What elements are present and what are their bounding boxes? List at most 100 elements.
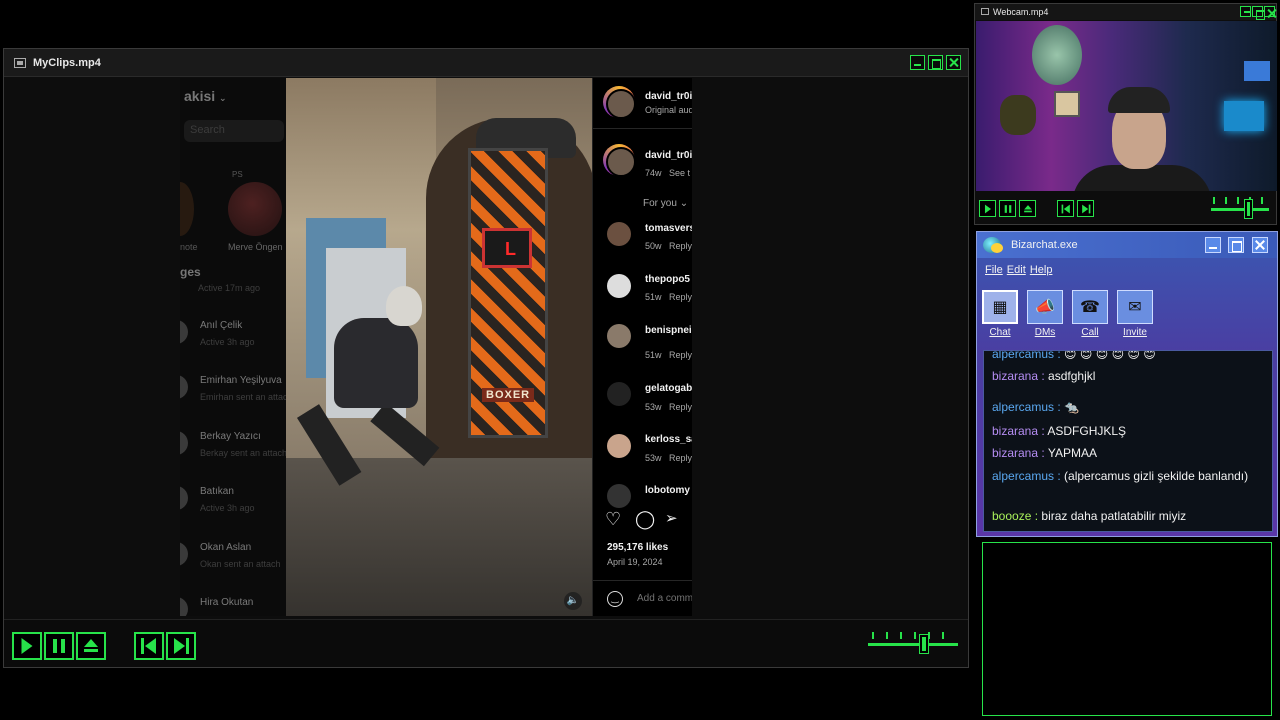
maximize-button[interactable] <box>1228 237 1244 253</box>
previous-button[interactable] <box>1057 200 1074 217</box>
chat-separator: : <box>1054 350 1065 361</box>
reel-video[interactable]: BOXER 🔈 <box>286 78 592 616</box>
comments-panel: david_tr0i Original aud david_tr0i 74w S… <box>592 78 692 616</box>
menu-edit[interactable]: Edit <box>1007 264 1026 276</box>
reply-button[interactable]: Reply <box>669 292 692 302</box>
bizarchat-titlebar[interactable]: Bizarchat.exe <box>977 232 1277 258</box>
comment-icon[interactable]: ◯ <box>635 510 655 528</box>
comment-sort-dropdown[interactable]: For you ⌄ <box>643 198 688 209</box>
chat-status: Okan sent an attach <box>200 559 281 569</box>
reply-button[interactable]: Reply <box>669 241 692 251</box>
avatar[interactable] <box>180 182 194 236</box>
play-button[interactable] <box>12 632 42 660</box>
chat-nick[interactable]: alpercamus <box>992 400 1054 414</box>
tool-chat[interactable]: ▦ Chat <box>981 290 1019 342</box>
chat-nick[interactable]: bizarana <box>992 446 1038 460</box>
author-avatar[interactable] <box>603 144 636 177</box>
play-button[interactable] <box>979 200 996 217</box>
author-avatar[interactable] <box>603 86 636 119</box>
maximize-button[interactable] <box>928 55 943 70</box>
reply-button[interactable]: Reply <box>669 402 692 412</box>
reply-button[interactable]: Reply <box>669 350 692 360</box>
chat-nick[interactable]: alpercamus <box>992 351 1054 361</box>
chat-nick[interactable]: bizarana <box>992 424 1038 438</box>
tool-call[interactable]: ☎ Call <box>1071 290 1109 342</box>
instagram-username[interactable]: akisi ⌄ <box>184 88 227 104</box>
previous-button[interactable] <box>134 632 164 660</box>
menu-file[interactable]: File <box>985 264 1003 276</box>
eject-button[interactable] <box>76 632 106 660</box>
chat-nick[interactable]: alpercamus <box>992 469 1054 483</box>
tool-invite[interactable]: ✉ Invite <box>1116 290 1154 342</box>
heart-icon[interactable]: ♡ <box>605 510 621 528</box>
chat-item[interactable]: Okan Aslan Okan sent an attach <box>180 542 287 582</box>
tool-dms[interactable]: 📣 DMs <box>1026 290 1064 342</box>
post-author[interactable]: david_tr0i <box>645 91 692 102</box>
chat-name: Okan Aslan <box>200 542 252 553</box>
bizarchat-logo-icon <box>983 237 1003 253</box>
webcam-titlebar[interactable]: Webcam.mp4 <box>975 4 1276 20</box>
video-file-icon <box>981 8 989 15</box>
maximize-button[interactable] <box>1252 6 1265 20</box>
skip-forward-icon <box>1081 204 1090 213</box>
emoji-icon[interactable]: ‿ <box>607 591 623 607</box>
webcam-warning-sign <box>1054 91 1080 117</box>
person-body <box>334 318 418 408</box>
chat-name: Berkay Yazıcı <box>200 431 261 442</box>
chat-status: Active 17m ago <box>198 283 261 293</box>
volume-knob[interactable] <box>1244 199 1253 219</box>
volume-track <box>868 643 958 646</box>
chat-item[interactable]: Hira Okutan <box>180 597 287 616</box>
likes-count[interactable]: 295,176 likes <box>607 542 668 553</box>
next-button[interactable] <box>166 632 196 660</box>
comment-author[interactable]: kerloss_sa <box>645 434 692 445</box>
avatar[interactable] <box>607 484 631 508</box>
chat-log[interactable]: alpercamus : 😊 😊 😊 😊 😊 😊 bizarana : asdf… <box>983 350 1273 532</box>
pause-button[interactable] <box>44 632 74 660</box>
comment-author[interactable]: gelatogab <box>645 383 692 394</box>
chat-item[interactable]: Batıkan Active 3h ago <box>180 486 287 526</box>
eject-button[interactable] <box>1019 200 1036 217</box>
minimize-button[interactable] <box>910 55 925 70</box>
comment-author[interactable]: benispnei <box>645 325 692 336</box>
chat-separator: : <box>1038 424 1048 438</box>
chat-nick[interactable]: bizarana <box>992 369 1038 383</box>
comment-author[interactable]: tomasvers <box>645 223 692 234</box>
myclips-titlebar[interactable]: MyClips.mp4 <box>4 49 968 77</box>
speaker-icon[interactable]: 🔈 <box>564 592 582 610</box>
see-translation-link[interactable]: See t <box>669 168 690 178</box>
volume-slider[interactable] <box>868 632 958 656</box>
avatar[interactable] <box>607 434 631 458</box>
volume-knob[interactable] <box>919 634 929 654</box>
avatar[interactable] <box>607 274 631 298</box>
comment-author[interactable]: lobotomy <box>645 485 690 496</box>
story-avatar[interactable] <box>228 182 282 236</box>
volume-slider[interactable] <box>1211 197 1269 221</box>
avatar[interactable] <box>607 382 631 406</box>
chat-item[interactable]: Anıl Çelik Active 3h ago <box>180 320 287 360</box>
close-button[interactable] <box>1264 6 1275 17</box>
tool-call-box: ☎ <box>1072 290 1108 324</box>
next-button[interactable] <box>1077 200 1094 217</box>
comment-author[interactable]: thepopo5 <box>645 274 690 285</box>
audio-label[interactable]: Original aud <box>645 105 692 115</box>
search-input[interactable]: Search <box>184 120 284 142</box>
menu-help[interactable]: Help <box>1030 264 1053 276</box>
minimize-button[interactable] <box>1205 237 1221 253</box>
avatar[interactable] <box>607 222 631 246</box>
caption-author[interactable]: david_tr0i <box>645 150 692 161</box>
menu-bar: File Edit Help <box>985 264 1053 276</box>
chat-item[interactable]: Emirhan Yeşilyuva Emirhan sent an attach <box>180 375 287 415</box>
pause-button[interactable] <box>999 200 1016 217</box>
close-button[interactable] <box>946 55 961 70</box>
avatar[interactable] <box>607 324 631 348</box>
share-icon[interactable]: ➢ <box>665 510 678 528</box>
add-comment-input[interactable]: Add a comm <box>637 593 692 604</box>
reply-button[interactable]: Reply <box>669 453 692 463</box>
chat-nick[interactable]: boooze <box>992 509 1031 523</box>
eject-icon <box>84 639 98 653</box>
close-button[interactable] <box>1252 237 1268 253</box>
minimize-button[interactable] <box>1240 6 1251 17</box>
chat-item[interactable]: Berkay Yazıcı Berkay sent an attach <box>180 431 287 471</box>
invite-icon: ✉ <box>1128 299 1142 316</box>
